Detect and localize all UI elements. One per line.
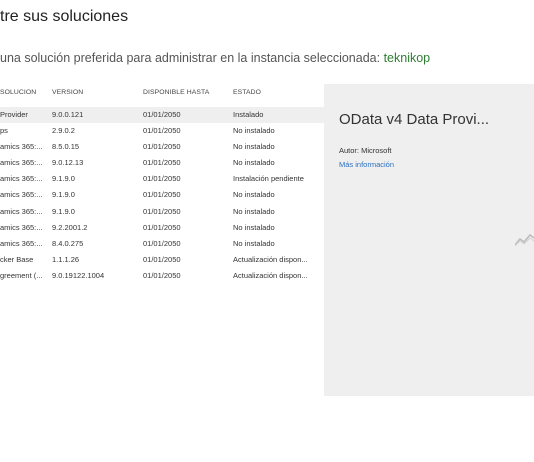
cell-version: 9.2.2001.2 bbox=[52, 222, 88, 232]
cell-solution: amics 365:... bbox=[0, 206, 43, 216]
cell-available-until: 01/01/2050 bbox=[143, 158, 181, 168]
cell-version: 9.1.9.0 bbox=[52, 174, 75, 184]
cell-version: 1.1.1.26 bbox=[52, 254, 80, 264]
table-row[interactable]: Provider 9.0.0.121 01/01/2050 Instalado bbox=[0, 107, 324, 124]
cell-solution: cker Base bbox=[0, 254, 34, 264]
cell-solution: ps bbox=[0, 126, 8, 136]
cell-available-until: 01/01/2050 bbox=[143, 206, 181, 216]
cell-available-until: 01/01/2050 bbox=[143, 270, 181, 280]
cell-solution: amics 365:... bbox=[0, 222, 43, 232]
cell-version: 8.5.0.15 bbox=[52, 142, 80, 152]
subtitle-text: una solución preferida para administrar … bbox=[0, 51, 384, 65]
table-row[interactable]: amics 365:... 9.1.9.0 01/01/2050 No instala… bbox=[0, 204, 324, 220]
table-row[interactable]: amics 365:... 8.5.0.15 01/01/2050 No instal… bbox=[0, 139, 324, 155]
cell-version: 2.9.0.2 bbox=[52, 126, 75, 136]
column-header-available-until[interactable]: DISPONIBLE HASTA bbox=[143, 89, 229, 96]
cell-solution: Provider bbox=[0, 110, 28, 119]
cell-available-until: 01/01/2050 bbox=[143, 126, 181, 136]
more-info-link[interactable]: Más información bbox=[339, 160, 394, 169]
cell-available-until: 01/01/2050 bbox=[143, 254, 181, 264]
cell-available-until: 01/01/2050 bbox=[143, 142, 181, 152]
solution-author: Autor: Microsoft bbox=[339, 146, 392, 155]
cell-status: Actualización dispon... bbox=[233, 254, 308, 264]
cell-status: No instalado bbox=[233, 206, 275, 216]
cell-status: No instalado bbox=[233, 190, 275, 200]
column-header-solution[interactable]: SOLUCIÓN bbox=[0, 89, 48, 96]
column-header-status[interactable]: ESTADO bbox=[233, 89, 325, 96]
table-row[interactable]: amics 365:... 8.4.0.275 01/01/2050 No insta… bbox=[0, 236, 324, 252]
instance-subtitle: una solución preferida para administrar … bbox=[0, 51, 430, 65]
table-row[interactable]: greement (... 9.0.19122.1004 01/01/2050 Act… bbox=[0, 268, 324, 284]
cell-available-until: 01/01/2050 bbox=[143, 238, 181, 248]
cell-available-until: 01/01/2050 bbox=[143, 190, 181, 200]
table-row[interactable]: ps 2.9.0.2 01/01/2050 No instalado bbox=[0, 123, 324, 139]
cell-status: Actualización dispon... bbox=[233, 270, 308, 280]
instance-name: teknikop bbox=[383, 51, 431, 65]
chart-icon bbox=[515, 233, 534, 246]
cell-version: 8.4.0.275 bbox=[52, 238, 84, 248]
cell-status: No instalado bbox=[233, 222, 275, 232]
solution-name: OData v4 Data Provi... bbox=[339, 111, 490, 128]
cell-status: Instalación pendiente bbox=[233, 174, 304, 184]
cell-status: No instalado bbox=[233, 238, 275, 248]
cell-solution: greement (... bbox=[0, 270, 43, 280]
table-row[interactable]: amics 365:... 9.1.9.0 01/01/2050 Instalació… bbox=[0, 171, 324, 187]
table-row[interactable]: amics 365:... 9.0.12.13 01/01/2050 No insta… bbox=[0, 155, 324, 171]
table-row[interactable]: amics 365:... 9.2.2001.2 01/01/2050 No inst… bbox=[0, 220, 324, 236]
cell-solution: amics 365:... bbox=[0, 238, 43, 248]
solutions-list: Provider 9.0.0.121 01/01/2050 Instalado ps 2.… bbox=[0, 107, 324, 284]
cell-version: 9.1.9.0 bbox=[52, 206, 75, 216]
column-header-version[interactable]: VERSIÓN bbox=[52, 89, 138, 96]
details-panel: OData v4 Data Provi... Autor: Microsoft … bbox=[324, 84, 534, 396]
cell-version: 9.0.0.121 bbox=[52, 110, 84, 119]
cell-solution: amics 365:... bbox=[0, 142, 43, 152]
cell-version: 9.0.19122.1004 bbox=[52, 270, 105, 280]
page-title: tre sus soluciones bbox=[0, 8, 129, 25]
cell-available-until: 01/01/2050 bbox=[143, 110, 181, 119]
table-row[interactable]: cker Base 1.1.1.26 01/01/2050 Actualización… bbox=[0, 252, 324, 268]
cell-status: No instalado bbox=[233, 126, 275, 136]
cell-available-until: 01/01/2050 bbox=[143, 174, 181, 184]
cell-solution: amics 365:... bbox=[0, 158, 43, 168]
cell-status: No instalado bbox=[233, 158, 275, 168]
cell-solution: amics 365:... bbox=[0, 190, 43, 200]
cell-version: 9.1.9.0 bbox=[52, 190, 75, 200]
cell-status: Instalado bbox=[233, 110, 264, 119]
table-header: SOLUCIÓN VERSIÓN DISPONIBLE HASTA ESTADO bbox=[0, 89, 324, 103]
cell-solution: amics 365:... bbox=[0, 174, 43, 184]
cell-available-until: 01/01/2050 bbox=[143, 222, 181, 232]
table-row[interactable]: amics 365:... 9.1.9.0 01/01/2050 No instala… bbox=[0, 187, 324, 203]
cell-status: No instalado bbox=[233, 142, 275, 152]
cell-version: 9.0.12.13 bbox=[52, 158, 84, 168]
